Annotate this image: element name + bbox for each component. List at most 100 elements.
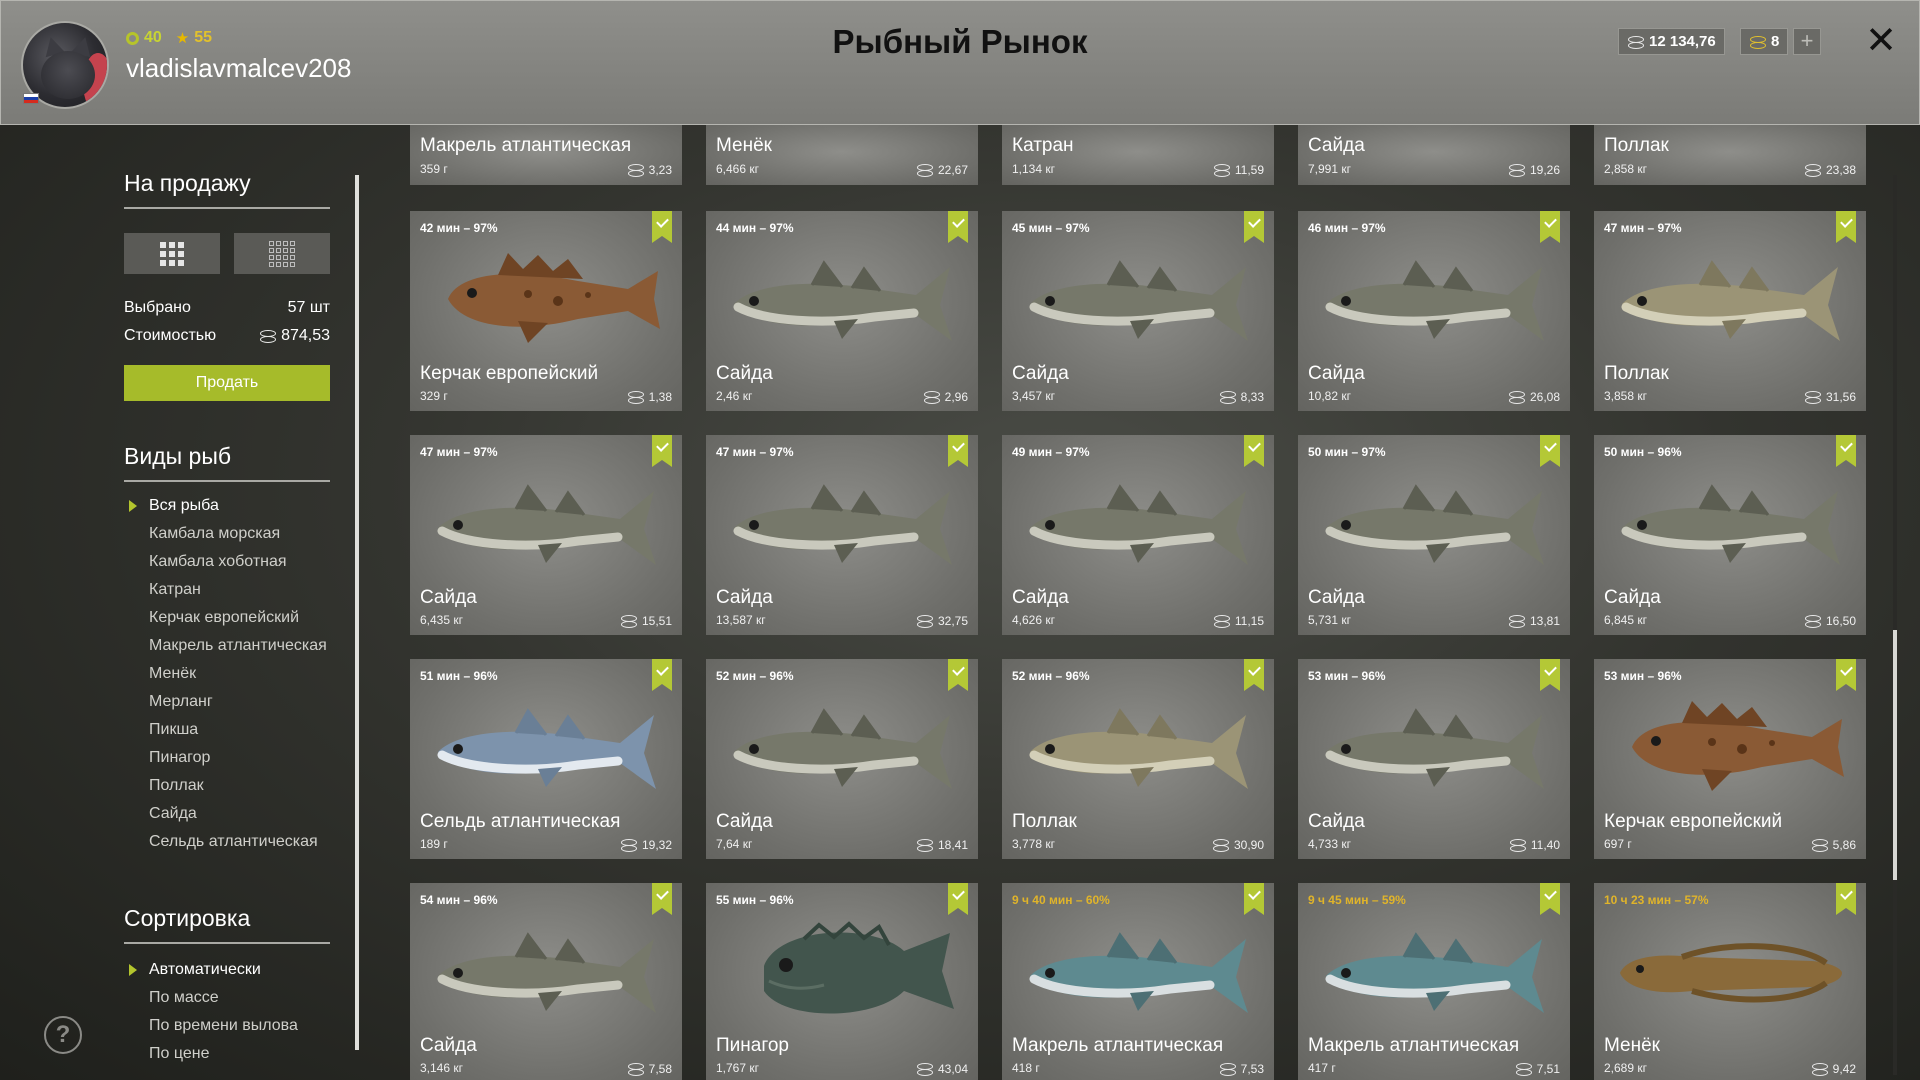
fish-card[interactable]: 50 мин – 96% Сайда 6,845 кг 16,50 (1594, 435, 1866, 635)
fish-card[interactable]: 53 мин – 96% Сайда 4,733 кг 11,40 (1298, 659, 1570, 859)
fish-kind-item-2[interactable]: Камбала хоботная (124, 553, 330, 571)
silver-coin-icon (627, 1062, 644, 1076)
fish-kind-item-8[interactable]: Пикша (124, 721, 330, 739)
fish-kind-item-3[interactable]: Катран (124, 581, 330, 599)
fish-image (1612, 473, 1848, 573)
fish-image (1020, 921, 1256, 1021)
fish-kinds-list: Вся рыба Камбала морская Камбала хоботная К… (124, 497, 330, 861)
fish-kind-item-1[interactable]: Камбала морская (124, 525, 330, 543)
checkmark-icon[interactable] (652, 435, 672, 467)
fish-kind-item-0[interactable]: Вся рыба (124, 497, 330, 515)
grid-scrollbar[interactable] (1893, 175, 1897, 1075)
checkmark-icon[interactable] (1836, 211, 1856, 243)
checkmark-icon[interactable] (948, 883, 968, 915)
silver-coin-icon (1515, 1062, 1532, 1076)
close-button[interactable]: ✕ (1863, 21, 1899, 61)
sort-option-2[interactable]: По времени вылова (124, 1017, 330, 1035)
fish-card[interactable]: 49 мин – 97% Сайда 4,626 кг 11,15 (1002, 435, 1274, 635)
fish-price: 18,41 (916, 838, 968, 852)
fish-card[interactable]: Катран 1,134 кг 11,59 (1002, 125, 1274, 185)
checkmark-icon[interactable] (1540, 659, 1560, 691)
checkmark-icon[interactable] (1244, 211, 1264, 243)
price-value: 16,50 (1825, 614, 1856, 628)
large-grid-view-button[interactable] (124, 233, 220, 274)
fish-card[interactable]: 51 мин – 96% Сельдь атлантическая 189 г … (410, 659, 682, 859)
checkmark-icon[interactable] (1540, 883, 1560, 915)
price-value: 11,59 (1234, 163, 1264, 177)
fish-price: 7,51 (1515, 1062, 1560, 1076)
fish-card[interactable]: 52 мин – 96% Поллак 3,778 кг 30,90 (1002, 659, 1274, 859)
fish-card[interactable]: 52 мин – 96% Сайда 7,64 кг 18,41 (706, 659, 978, 859)
fish-card[interactable]: 47 мин – 97% Сайда 13,587 кг 32,75 (706, 435, 978, 635)
gold-value: 8 (1771, 33, 1780, 50)
fish-kind-item-5[interactable]: Макрель атлантическая (124, 637, 330, 655)
sort-option-3[interactable]: По цене (124, 1045, 330, 1063)
checkmark-icon[interactable] (652, 659, 672, 691)
fish-card[interactable]: 9 ч 40 мин – 60% Макрель атлантическая 4… (1002, 883, 1274, 1080)
checkmark-icon[interactable] (652, 211, 672, 243)
fish-name: Поллак (1604, 135, 1669, 156)
checkmark-icon[interactable] (1540, 211, 1560, 243)
fish-card[interactable]: 50 мин – 97% Сайда 5,731 кг 13,81 (1298, 435, 1570, 635)
fish-card[interactable]: 53 мин – 96% Керчак европейский 697 г 5,… (1594, 659, 1866, 859)
checkmark-icon[interactable] (1836, 435, 1856, 467)
catch-time: 49 мин – 97% (1012, 445, 1090, 459)
sidebar-scrollbar[interactable] (355, 175, 359, 1050)
fish-card[interactable]: 55 мин – 96% Пинагор 1,767 кг 43,04 (706, 883, 978, 1080)
price-value: 31,56 (1825, 390, 1856, 404)
silver-coin-icon (1811, 1062, 1828, 1076)
fish-card[interactable]: 47 мин – 97% Сайда 6,435 кг 15,51 (410, 435, 682, 635)
small-grid-view-button[interactable] (234, 233, 330, 274)
fish-kind-item-7[interactable]: Мерланг (124, 693, 330, 711)
grid-large-icon (160, 241, 184, 266)
fish-image (1316, 697, 1552, 797)
checkmark-icon[interactable] (1836, 883, 1856, 915)
fish-kind-item-10[interactable]: Поллак (124, 777, 330, 795)
fish-weight: 6,466 кг (716, 162, 759, 176)
checkmark-icon[interactable] (1244, 659, 1264, 691)
checkmark-icon[interactable] (948, 211, 968, 243)
checkmark-icon[interactable] (652, 883, 672, 915)
fish-price: 30,90 (1212, 838, 1264, 852)
selected-count-row: Выбрано 57 шт (124, 299, 330, 317)
fish-image (1612, 249, 1848, 349)
fish-image (1316, 249, 1552, 349)
selected-value: 57 шт (287, 299, 330, 316)
fish-card[interactable]: 44 мин – 97% Сайда 2,46 кг 2,96 (706, 211, 978, 411)
checkmark-icon[interactable] (1244, 883, 1264, 915)
catch-time: 47 мин – 97% (716, 445, 794, 459)
fish-card[interactable]: 47 мин – 97% Поллак 3,858 кг 31,56 (1594, 211, 1866, 411)
scrollbar-thumb[interactable] (1893, 630, 1897, 880)
fish-card[interactable]: 42 мин – 97% Керчак европейский 329 г 1,… (410, 211, 682, 411)
checkmark-icon[interactable] (1836, 659, 1856, 691)
help-icon[interactable]: ? (44, 1016, 82, 1054)
fish-card[interactable]: 9 ч 45 мин – 59% Макрель атлантическая 4… (1298, 883, 1570, 1080)
fish-kind-item-9[interactable]: Пинагор (124, 749, 330, 767)
fish-card[interactable]: 46 мин – 97% Сайда 10,82 кг 26,08 (1298, 211, 1570, 411)
fish-image (428, 697, 664, 797)
fish-name: Макрель атлантическая (1012, 1035, 1224, 1056)
fish-card[interactable]: 10 ч 23 мин – 57% Менёк 2,689 кг 9,42 (1594, 883, 1866, 1080)
add-currency-button[interactable]: + (1793, 28, 1821, 55)
fish-kind-item-6[interactable]: Менёк (124, 665, 330, 683)
fish-card[interactable]: Сайда 7,991 кг 19,26 (1298, 125, 1570, 185)
fish-weight: 329 г (420, 389, 448, 403)
fish-name: Катран (1012, 135, 1074, 156)
fish-kind-item-11[interactable]: Сайда (124, 805, 330, 823)
fish-kind-item-4[interactable]: Керчак европейский (124, 609, 330, 627)
sort-option-0[interactable]: Автоматически (124, 961, 330, 979)
sell-button[interactable]: Продать (124, 365, 330, 401)
checkmark-icon[interactable] (948, 659, 968, 691)
catch-time: 53 мин – 96% (1604, 669, 1682, 683)
checkmark-icon[interactable] (1244, 435, 1264, 467)
fish-card[interactable]: Менёк 6,466 кг 22,67 (706, 125, 978, 185)
fish-card[interactable]: 54 мин – 96% Сайда 3,146 кг 7,58 (410, 883, 682, 1080)
fish-card[interactable]: Макрель атлантическая 359 г 3,23 (410, 125, 682, 185)
sort-option-1[interactable]: По массе (124, 989, 330, 1007)
fish-image (1020, 249, 1256, 349)
fish-kind-item-12[interactable]: Сельдь атлантическая (124, 833, 330, 851)
checkmark-icon[interactable] (948, 435, 968, 467)
fish-card[interactable]: 45 мин – 97% Сайда 3,457 кг 8,33 (1002, 211, 1274, 411)
checkmark-icon[interactable] (1540, 435, 1560, 467)
fish-card[interactable]: Поллак 2,858 кг 23,38 (1594, 125, 1866, 185)
